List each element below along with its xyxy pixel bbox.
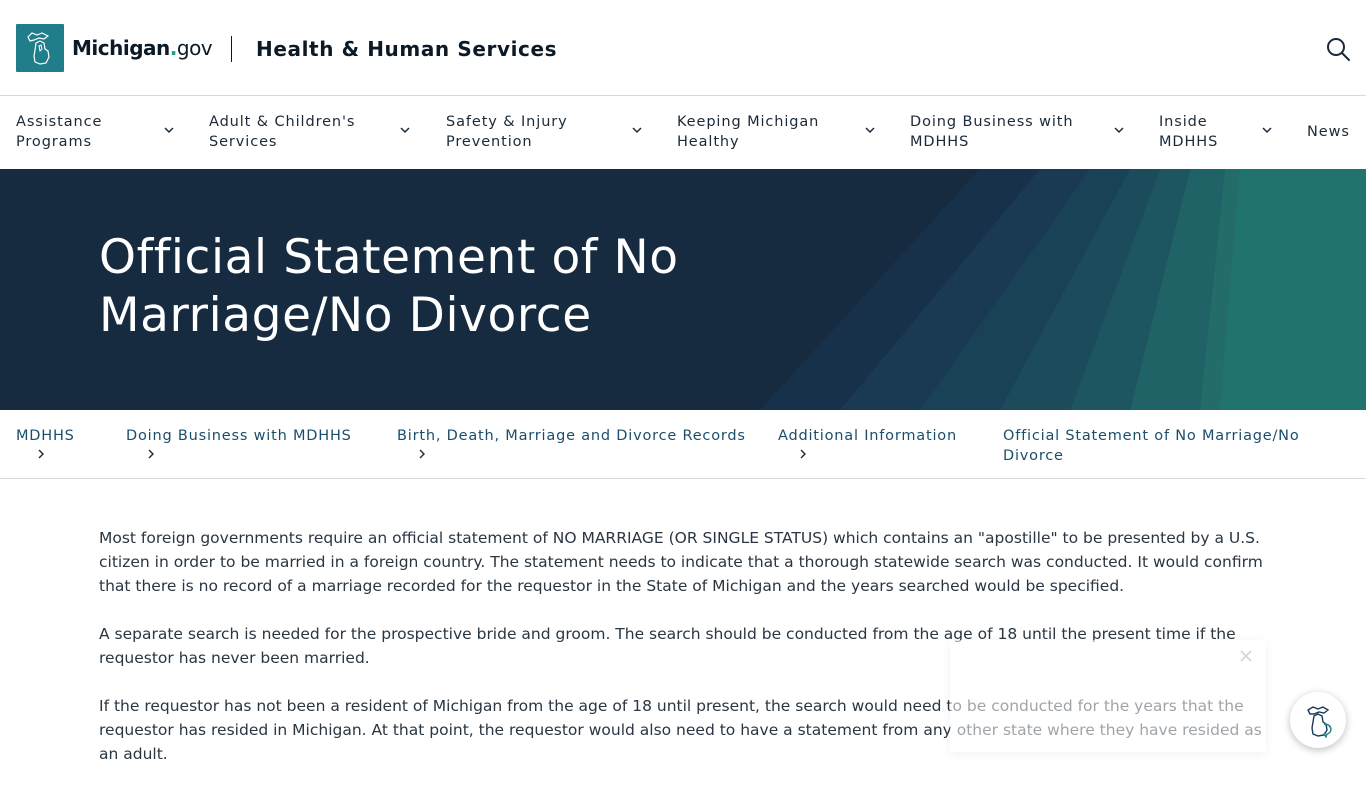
michigan-chat-icon <box>1307 706 1332 738</box>
content-paragraph: Most foreign governments require an offi… <box>99 529 1263 595</box>
nav-item-keeping-michigan-healthy[interactable]: Keeping Michigan Healthy <box>677 112 879 154</box>
chevron-down-icon <box>1262 127 1272 134</box>
page-title: Official Statement of No Marriage/No Div… <box>99 230 679 343</box>
breadcrumb-item-vital-records[interactable]: Birth, Death, Marriage and Divorce Recor… <box>397 426 757 460</box>
michigan-gov-wordmark[interactable]: Michigan.gov <box>72 34 213 62</box>
wordmark-dot: . <box>169 36 178 60</box>
breadcrumb: MDHHS Doing Business with MDHHS Birth, D… <box>0 410 1366 479</box>
nav-item-inside-mdhhs[interactable]: Inside MDHHS <box>1159 112 1275 154</box>
breadcrumb-item-additional-information[interactable]: Additional Information <box>778 426 978 460</box>
chevron-down-icon <box>164 127 174 134</box>
header-divider <box>231 36 232 62</box>
michigan-logo-icon[interactable] <box>16 24 64 72</box>
breadcrumb-label[interactable]: Additional Information <box>778 426 978 446</box>
breadcrumb-item-doing-business[interactable]: Doing Business with MDHHS <box>126 426 376 460</box>
chat-assistant-button[interactable] <box>1290 692 1346 748</box>
nav-item-label: Assistance Programs <box>16 114 103 150</box>
nav-item-label: Keeping Michigan Healthy <box>677 114 820 150</box>
nav-item-adult-children-services[interactable]: Adult & Children's Services <box>209 112 413 154</box>
main-nav: Assistance Programs Adult & Children's S… <box>0 96 1366 169</box>
breadcrumb-label[interactable]: MDHHS <box>16 426 106 446</box>
nav-item-safety-injury-prevention[interactable]: Safety & Injury Prevention <box>446 112 646 154</box>
chevron-down-icon <box>865 127 875 134</box>
agency-name[interactable]: Health & Human Services <box>256 35 557 63</box>
chevron-right-icon <box>419 449 425 459</box>
chevron-down-icon <box>1114 127 1124 134</box>
close-icon <box>1240 650 1252 662</box>
nav-item-doing-business-mdhhs[interactable]: Doing Business with MDHHS <box>910 112 1128 154</box>
nav-item-news[interactable]: News <box>1307 122 1357 164</box>
toast-close-button[interactable] <box>1238 648 1254 664</box>
site-header: Michigan.gov Health & Human Services <box>0 0 1366 96</box>
wordmark-tld: gov <box>176 36 213 60</box>
breadcrumb-item-current: Official Statement of No Marriage/No Div… <box>1003 426 1333 466</box>
wordmark-main: Michigan <box>72 36 170 60</box>
nav-item-label: Inside MDHHS <box>1159 114 1219 150</box>
breadcrumb-label[interactable]: Birth, Death, Marriage and Divorce Recor… <box>397 426 757 446</box>
chevron-down-icon <box>632 127 642 134</box>
nav-item-assistance-programs[interactable]: Assistance Programs <box>16 112 176 154</box>
breadcrumb-label[interactable]: Doing Business with MDHHS <box>126 426 376 446</box>
nav-item-label: Adult & Children's Services <box>209 114 356 150</box>
chat-prompt-toast <box>950 640 1266 752</box>
hero-banner: Official Statement of No Marriage/No Div… <box>0 169 1366 410</box>
search-button[interactable] <box>1324 35 1352 63</box>
chevron-right-icon <box>148 449 154 459</box>
chevron-down-icon <box>400 127 410 134</box>
nav-item-label: News <box>1307 124 1350 140</box>
nav-item-label: Safety & Injury Prevention <box>446 114 568 150</box>
search-icon <box>1327 38 1350 61</box>
breadcrumb-item-mdhhs[interactable]: MDHHS <box>16 426 106 460</box>
chevron-right-icon <box>38 449 44 459</box>
nav-item-label: Doing Business with MDHHS <box>910 114 1074 150</box>
breadcrumb-label: Official Statement of No Marriage/No Div… <box>1003 428 1300 464</box>
chevron-right-icon <box>800 449 806 459</box>
